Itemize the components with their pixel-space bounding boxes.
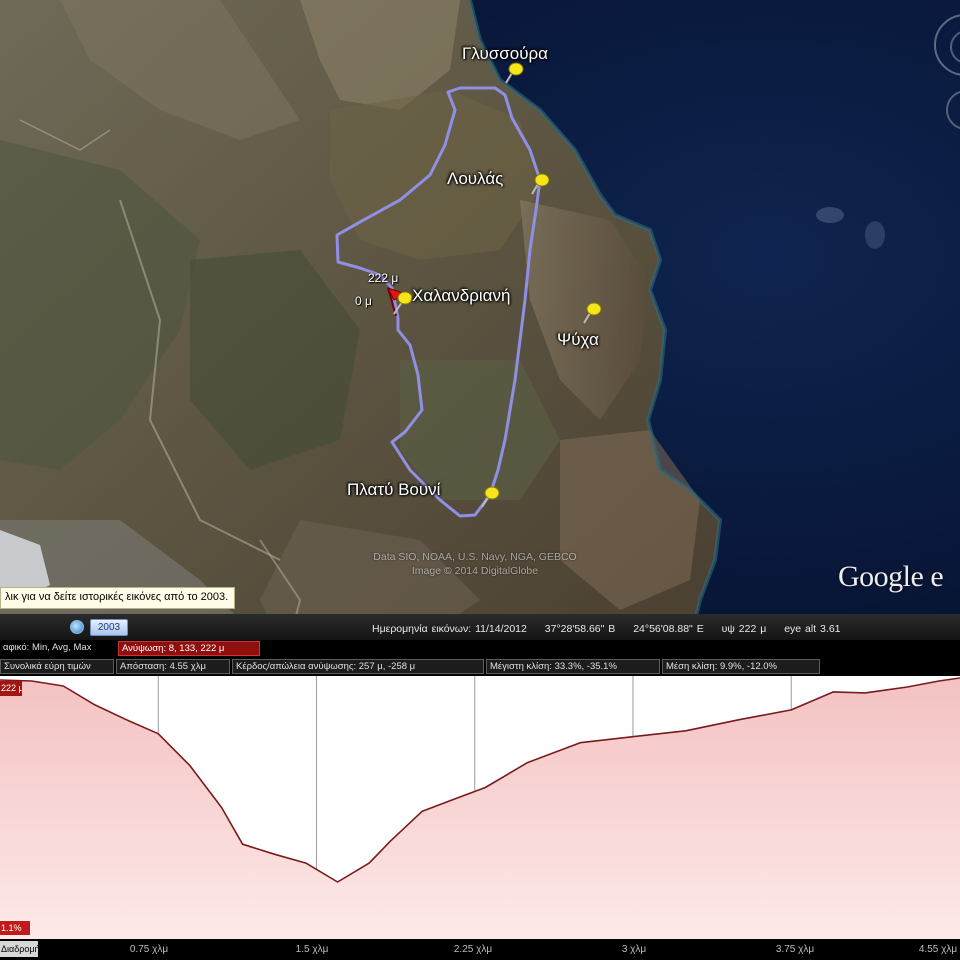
longitude-readout: 24°56'08.88" E — [633, 623, 704, 635]
historical-imagery-tooltip[interactable]: λικ για να δείτε ιστορικές εικόνες από τ… — [0, 587, 236, 609]
elevation-readout: υψ 222 μ — [721, 623, 767, 635]
graph-stats-label: αφικό: Min, Avg, Max — [3, 642, 92, 653]
placemark-label-platy-vouni[interactable]: Πλατύ Βουνί — [347, 480, 440, 500]
x-tick-label: 1.5 χλμ — [295, 944, 329, 955]
yellow-pushpin-icon[interactable] — [528, 171, 552, 195]
imagery-date: Ημερομηνία εικόνων: 11/14/2012 — [372, 623, 527, 635]
elevation-stats-cell[interactable]: Ανύψωση: 8, 133, 222 μ — [118, 641, 260, 656]
slope-badge: 1.1% — [0, 921, 30, 935]
axis-left-label: Διαδρομή — [0, 941, 38, 957]
placemark-label-chalandriani[interactable]: Χαλανδριανή — [412, 286, 510, 306]
elevation-profile-svg[interactable] — [0, 676, 960, 939]
google-earth-logo: Google e — [838, 560, 944, 593]
elevation-area — [0, 678, 960, 939]
elevation-profile-chart[interactable]: 222 μ 1.1% Διαδρομή 0.75 χλμ 1.5 χλμ 2.2… — [0, 676, 960, 960]
elevation-profile-toolbar: αφικό: Min, Avg, Max Ανύψωση: 8, 133, 22… — [0, 640, 960, 676]
placemark-label-glyssoura[interactable]: Γλυσσούρα — [462, 44, 548, 64]
x-tick-label: 2.25 χλμ — [453, 944, 493, 955]
x-tick-label: 0.75 χλμ — [129, 944, 169, 955]
x-tick-label: 3.75 χλμ — [775, 944, 815, 955]
coordinates-readout: Ημερομηνία εικόνων: 11/14/2012 37°28'58.… — [372, 623, 855, 635]
imagery-attribution: Data SIO, NOAA, U.S. Navy, NGA, GEBCO Im… — [373, 551, 577, 577]
total-ranges-cell[interactable]: Συνολικά εύρη τιμών — [0, 659, 114, 674]
latitude-readout: 37°28'58.66" B — [544, 623, 616, 635]
elevation-max-badge: 222 μ — [0, 681, 22, 696]
distance-cell[interactable]: Απόσταση: 4.55 χλμ — [116, 659, 230, 674]
satellite-imagery — [0, 0, 960, 640]
historical-imagery-clock-icon[interactable] — [70, 620, 84, 634]
x-tick-label: 4.55 χλμ — [918, 944, 958, 955]
start-end-marker-icon[interactable] — [384, 284, 414, 318]
yellow-pushpin-icon[interactable] — [478, 484, 502, 508]
map-status-bar: 2003 Ημερομηνία εικόνων: 11/14/2012 37°2… — [0, 614, 960, 640]
eye-altitude-readout: eye alt 3.61 — [784, 623, 841, 635]
x-tick-label: 3 χλμ — [621, 944, 647, 955]
placemark-label-psycha[interactable]: Ψύχα — [557, 330, 599, 350]
yellow-pushpin-icon[interactable] — [580, 300, 604, 324]
max-slope-cell[interactable]: Μέγιστη κλίση: 33.3%, -35.1% — [486, 659, 660, 674]
zero-elevation-marker-label: 0 μ — [355, 294, 372, 308]
toolbar-row-2: Συνολικά εύρη τιμών Απόσταση: 4.55 χλμ Κ… — [0, 658, 960, 675]
map-view[interactable]: Γλυσσούρα Λουλάς Χαλανδριανή Ψύχα Πλατύ … — [0, 0, 960, 640]
placemark-label-loulas[interactable]: Λουλάς — [447, 169, 503, 189]
toolbar-row-1: αφικό: Min, Avg, Max Ανύψωση: 8, 133, 22… — [0, 640, 960, 657]
distance-axis: Διαδρομή 0.75 χλμ 1.5 χλμ 2.25 χλμ 3 χλμ… — [0, 939, 960, 960]
historical-year-button[interactable]: 2003 — [90, 619, 128, 636]
avg-slope-cell[interactable]: Μέση κλίση: 9.9%, -12.0% — [662, 659, 820, 674]
elevation-gain-loss-cell[interactable]: Κέρδος/απώλεια ανύψωσης: 257 μ, -258 μ — [232, 659, 484, 674]
max-elevation-marker-label: 222 μ — [368, 271, 399, 285]
